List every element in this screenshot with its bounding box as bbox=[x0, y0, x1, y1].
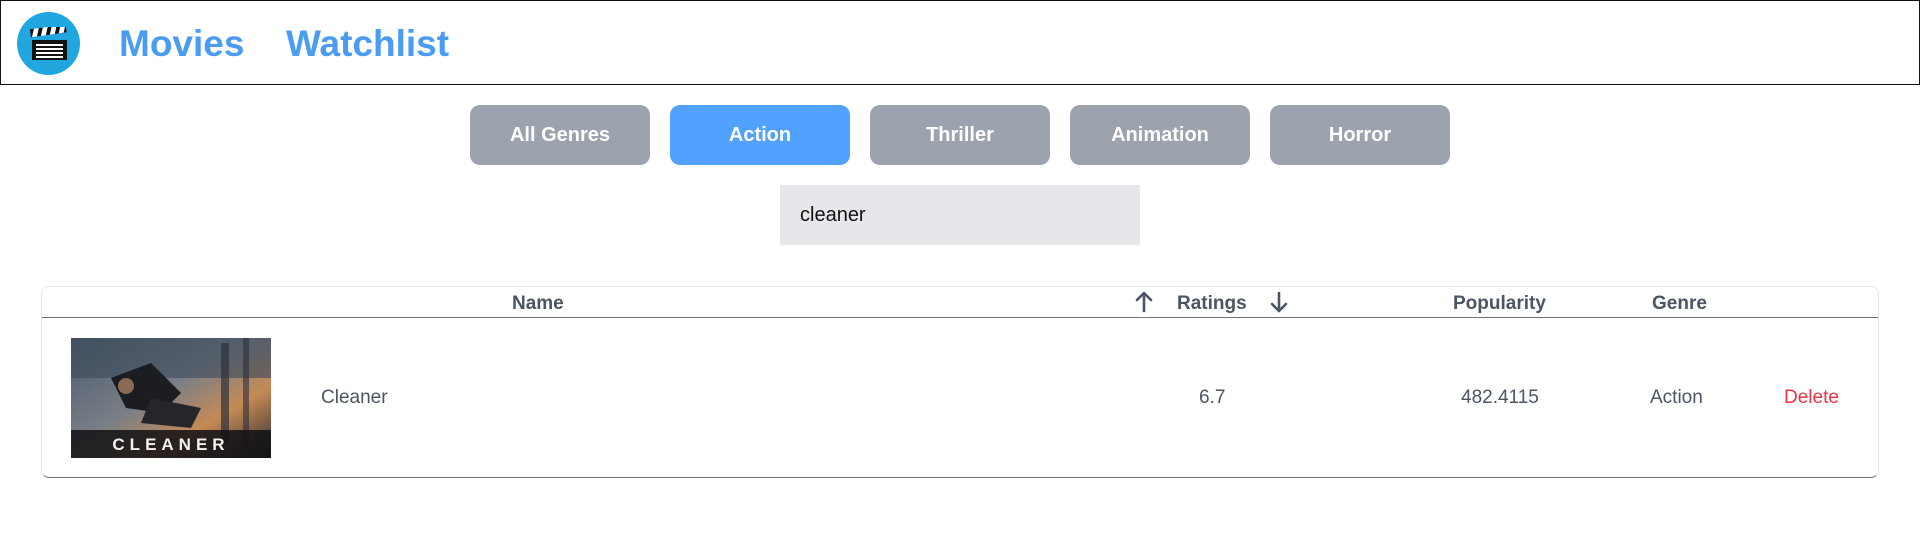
genre-button-animation[interactable]: Animation bbox=[1070, 105, 1250, 165]
cell-genre: Action bbox=[1650, 387, 1703, 408]
table-header: Name Ratings Popularity Genre bbox=[42, 287, 1878, 318]
cell-name: Cleaner bbox=[321, 387, 388, 408]
nav-link-watchlist[interactable]: Watchlist bbox=[286, 23, 449, 65]
column-header-ratings: Ratings bbox=[1177, 293, 1247, 314]
table-row: CLEANER Cleaner 6.7 482.4115 Action Dele… bbox=[42, 319, 1878, 477]
cell-popularity: 482.4115 bbox=[1461, 387, 1539, 408]
genre-button-horror[interactable]: Horror bbox=[1270, 105, 1450, 165]
column-header-popularity: Popularity bbox=[1453, 293, 1546, 314]
svg-text:CLEANER: CLEANER bbox=[112, 435, 229, 454]
navbar: Movies Watchlist bbox=[0, 0, 1920, 85]
nav-link-movies[interactable]: Movies bbox=[119, 23, 244, 65]
genre-button-thriller[interactable]: Thriller bbox=[870, 105, 1050, 165]
cell-rating: 6.7 bbox=[1199, 387, 1226, 408]
column-header-genre: Genre bbox=[1652, 293, 1707, 314]
genre-filter-bar: All Genres Action Thriller Animation Hor… bbox=[470, 105, 1450, 165]
genre-button-all-genres[interactable]: All Genres bbox=[470, 105, 650, 165]
movie-poster: CLEANER bbox=[71, 338, 271, 458]
column-header-name: Name bbox=[512, 293, 564, 314]
movies-table: Name Ratings Popularity Genre CLEANER Cl… bbox=[41, 286, 1879, 478]
arrow-up-icon[interactable] bbox=[1133, 290, 1155, 314]
arrow-down-icon[interactable] bbox=[1268, 290, 1290, 314]
delete-button[interactable]: Delete bbox=[1784, 387, 1839, 409]
clapperboard-icon[interactable] bbox=[17, 12, 80, 75]
search-input[interactable] bbox=[780, 185, 1140, 245]
genre-button-action[interactable]: Action bbox=[670, 105, 850, 165]
